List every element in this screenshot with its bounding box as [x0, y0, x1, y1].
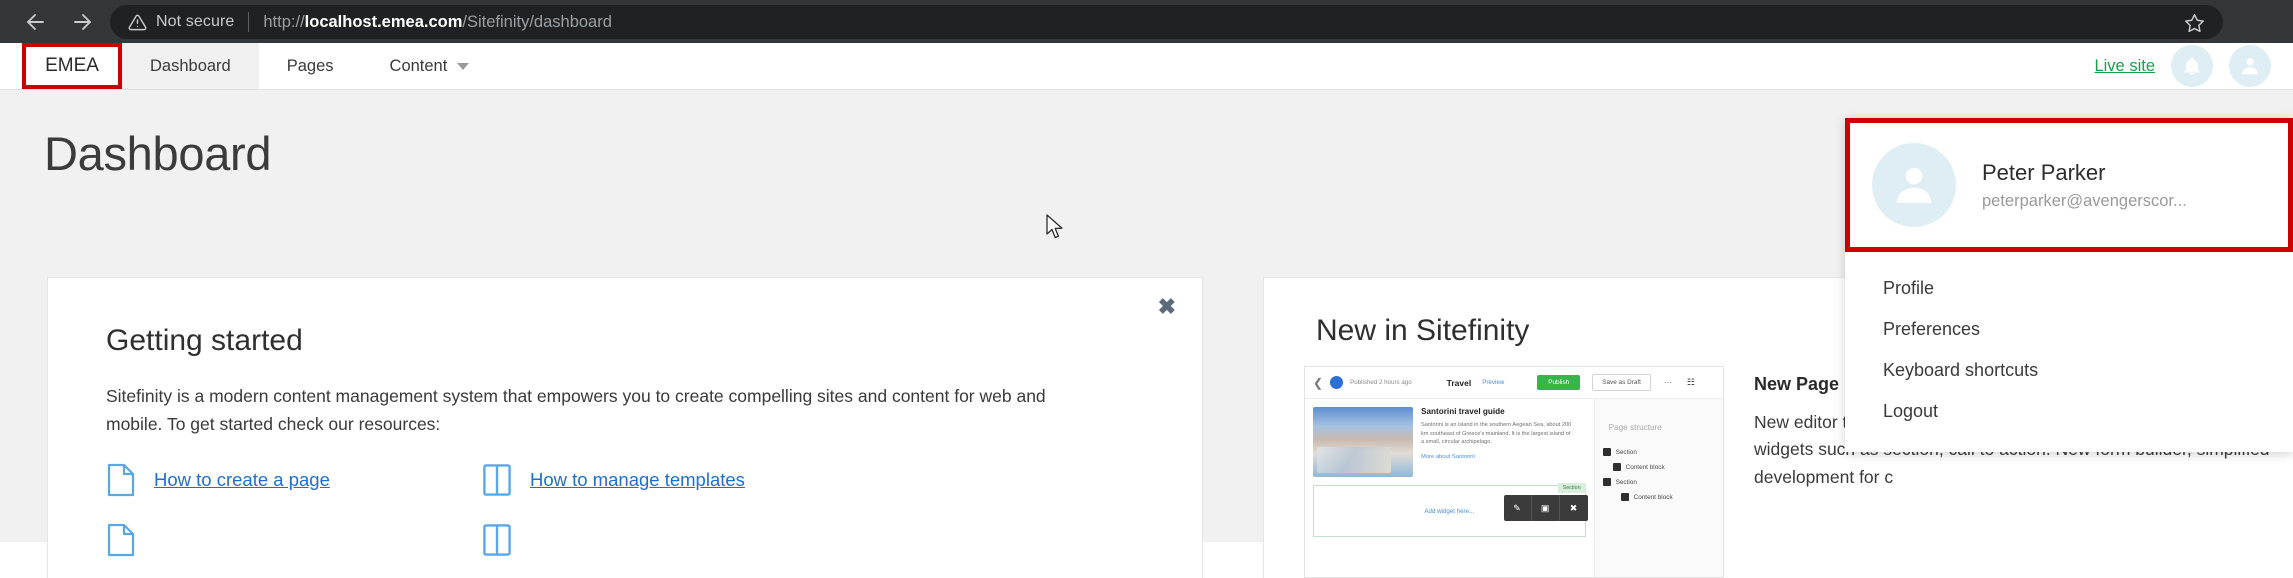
structure-row: Section [1602, 478, 1715, 486]
status-badge [1330, 376, 1344, 389]
forward-icon[interactable] [62, 1, 104, 43]
content-block-icon [1620, 493, 1629, 501]
account-avatar-icon[interactable] [2229, 45, 2271, 87]
structure-row: Section [1602, 448, 1715, 456]
tab-pages-label: Pages [286, 56, 334, 75]
tab-pages[interactable]: Pages [259, 43, 362, 89]
user-dropdown-menu: Peter Parker peterparker@avengerscor... … [1845, 118, 2293, 452]
url-scheme: http:// [263, 12, 305, 31]
brand-label: EMEA [45, 55, 99, 76]
publish-button: Publish [1537, 375, 1581, 390]
page-structure-heading: Page structure [1608, 423, 1662, 432]
live-site-link[interactable]: Live site [2094, 57, 2155, 76]
back-icon[interactable] [14, 1, 56, 43]
add-widget-label: Add widget here... [1424, 507, 1475, 515]
link-label: How to manage templates [530, 468, 745, 490]
preview-toolbar: ❮ Published 2 hours ago Travel Preview P… [1305, 367, 1723, 399]
template-columns-icon [482, 463, 512, 497]
structure-row: Content block [1603, 463, 1715, 471]
duplicate-icon: ▣ [1532, 495, 1560, 521]
preview-link: Preview [1482, 379, 1505, 386]
browser-chrome: Not secure http://localhost.emea.com/Sit… [0, 0, 2293, 43]
structure-label: Content block [1633, 493, 1673, 501]
save-as-draft-button: Save as Draft [1592, 374, 1651, 391]
template-columns-icon [482, 523, 512, 557]
link-how-to-manage-templates[interactable]: How to manage templates [482, 463, 858, 497]
sitefinity-preview-image[interactable]: ❮ Published 2 hours ago Travel Preview P… [1304, 366, 1724, 578]
security-indicator[interactable]: Not secure [128, 13, 234, 32]
preview-status: Published 2 hours ago [1350, 379, 1412, 386]
article-link: More about Santorini [1421, 453, 1475, 460]
tab-dashboard[interactable]: Dashboard [122, 43, 259, 89]
user-identity: Peter Parker peterparker@avengerscor... [1982, 160, 2187, 211]
tab-content-label: Content [389, 56, 448, 75]
ellipsis-icon: ⋯ [1663, 378, 1672, 387]
content-block-icon [1612, 463, 1621, 471]
top-nav-right: Live site [2094, 43, 2293, 89]
url-host: localhost.emea.com [304, 12, 463, 31]
structure-label: Section [1615, 448, 1637, 456]
link-label: How to create a page [154, 468, 330, 490]
menu-item-keyboard-shortcuts[interactable]: Keyboard shortcuts [1845, 350, 2293, 391]
url-path: /Sitefinity/dashboard [462, 12, 612, 31]
tab-content[interactable]: Content [362, 43, 498, 89]
santorini-photo [1313, 407, 1413, 477]
getting-started-heading: Getting started [106, 324, 303, 357]
section-tag: Section [1557, 483, 1586, 493]
getting-started-card: ✖ Getting started Sitefinity is a modern… [48, 278, 1202, 578]
article-title: Santorini travel guide [1421, 407, 1505, 416]
link-row2-right[interactable] [482, 523, 858, 557]
section-icon [1602, 478, 1611, 486]
close-x-icon[interactable]: ✖ [1158, 296, 1176, 318]
chevron-left-icon: ❮ [1313, 375, 1324, 390]
getting-started-links: How to create a page How to manage templ… [48, 439, 1202, 557]
structure-row: Content block [1603, 493, 1715, 501]
chevron-down-icon [457, 62, 470, 70]
user-dropdown-header[interactable]: Peter Parker peterparker@avengerscor... [1845, 118, 2293, 252]
warning-triangle-icon [128, 13, 147, 32]
menu-item-preferences[interactable]: Preferences [1845, 309, 2293, 350]
widget-toolbar: ✎ ▣ ✖ [1503, 495, 1588, 521]
security-label: Not secure [156, 13, 235, 30]
page-structure-panel: Page structure Section Content block Sec… [1593, 399, 1723, 577]
app-top-nav: EMEA Dashboard Pages Content Live site [0, 43, 2293, 90]
bell-icon[interactable] [2171, 45, 2213, 87]
user-name: Peter Parker [1982, 159, 2106, 185]
delete-icon: ✖ [1569, 502, 1578, 513]
sitemap-icon: ☷ [1686, 377, 1695, 387]
mouse-pointer-icon [1046, 214, 1066, 246]
section-icon [1602, 448, 1611, 456]
user-menu-items: Profile Preferences Keyboard shortcuts L… [1845, 252, 2293, 452]
menu-item-logout[interactable]: Logout [1845, 391, 2293, 432]
link-row2-left[interactable] [106, 523, 482, 557]
user-email: peterparker@avengerscor... [1982, 191, 2187, 210]
pencil-icon: ✎ [1504, 495, 1532, 521]
menu-item-profile[interactable]: Profile [1845, 268, 2293, 309]
structure-label: Content block [1625, 463, 1665, 471]
star-outline-icon[interactable] [2184, 13, 2205, 39]
brand-emea[interactable]: EMEA [22, 43, 122, 89]
address-bar[interactable]: Not secure http://localhost.emea.com/Sit… [110, 5, 2223, 39]
structure-label: Section [1615, 478, 1637, 486]
preview-page-title: Travel [1446, 377, 1472, 388]
page-document-icon [106, 523, 136, 557]
url-text: http://localhost.emea.com/Sitefinity/das… [263, 13, 612, 32]
tab-dashboard-label: Dashboard [150, 56, 231, 75]
link-how-to-create-a-page[interactable]: How to create a page [106, 463, 482, 497]
omnibox-divider [248, 12, 250, 32]
getting-started-paragraph: Sitefinity is a modern content managemen… [106, 386, 1046, 435]
page-document-icon [106, 463, 136, 497]
user-avatar-icon [1872, 143, 1956, 227]
article-body: Santorini is an island in the southern A… [1421, 422, 1572, 446]
